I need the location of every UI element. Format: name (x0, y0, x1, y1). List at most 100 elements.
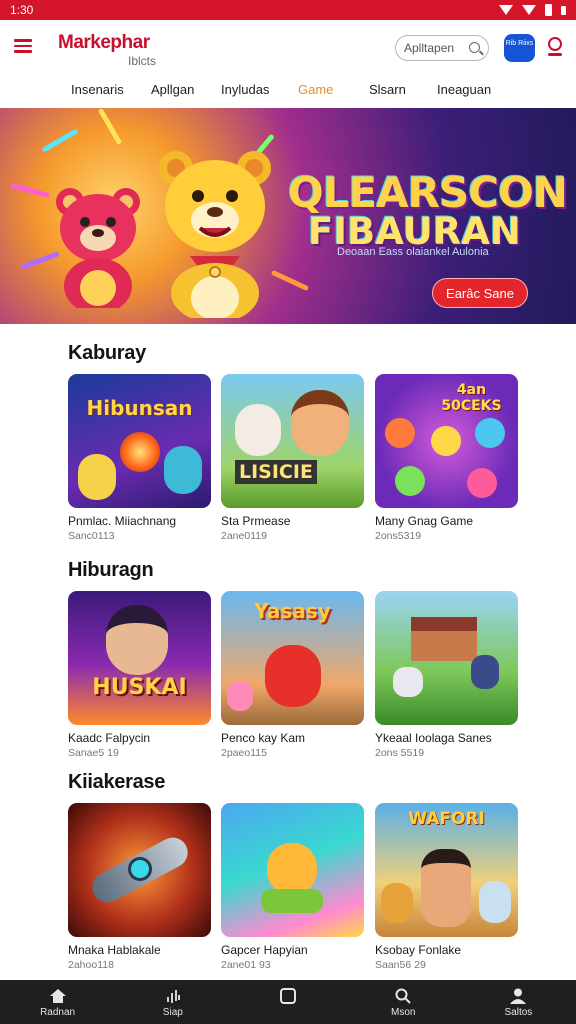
game-thumbnail (375, 591, 518, 725)
game-card[interactable]: WAFORI Ksobay Fonlake Saan56 29 (375, 803, 518, 971)
game-meta: 2ahoo118 (68, 959, 114, 971)
game-card[interactable]: Hibunsan Pnmlac. Miiachnang Sanc0113 (68, 374, 211, 542)
game-meta: Sanc0113 (68, 530, 115, 542)
confetti-decoration (10, 182, 50, 199)
fireball-icon (120, 432, 160, 472)
character-icon (471, 655, 499, 689)
nav-search[interactable]: Mson (346, 980, 461, 1024)
banner-cta-button[interactable]: Earâc Sane (432, 278, 528, 308)
character-icon (227, 681, 253, 711)
nav-label: Saltos (504, 1007, 533, 1018)
game-title: Sta Prmease (221, 514, 291, 528)
confetti-decoration (97, 108, 123, 146)
game-meta: 2paeo115 (221, 747, 267, 759)
brand-logo[interactable]: Markephar Iblcts (58, 33, 156, 69)
app-screen: 1:30 Markephar Iblcts Aplltapen Rib Riix… (0, 0, 576, 1024)
nav-label: Siap (162, 1007, 183, 1018)
search-icon (395, 988, 411, 1004)
status-bar: 1:30 (0, 0, 576, 20)
game-thumbnail: Yasasy (221, 591, 364, 725)
tab-insenaris[interactable]: Insenaris (71, 82, 124, 97)
game-thumbnail: 4an 50CEKS (375, 374, 518, 508)
confetti-decoration (41, 128, 79, 153)
search-input[interactable]: Aplltapen (395, 35, 489, 61)
character-icon (267, 843, 317, 895)
hamburger-menu-icon[interactable] (14, 39, 32, 53)
character-icon (385, 418, 415, 448)
tab-apllgan[interactable]: Apllgan (151, 82, 194, 97)
nav-label: Mson (390, 1007, 416, 1018)
game-card[interactable]: Gapcer Hapyian 2ane01 93 (221, 803, 364, 971)
tab-ineaguan[interactable]: Ineaguan (437, 82, 491, 97)
search-icon[interactable] (469, 42, 480, 53)
app-badge-button[interactable]: Rib Riixs (504, 34, 535, 62)
game-title: Pnmlac. Miiachnang (68, 514, 177, 528)
nav-square[interactable] (230, 980, 345, 1024)
character-icon (479, 881, 511, 923)
profile-icon (510, 988, 527, 1004)
game-meta: 2ane01 93 (221, 959, 271, 971)
game-title: Gapcer Hapyian (221, 943, 308, 957)
app-header: Markephar Iblcts Aplltapen Rib Riixs (0, 20, 576, 76)
signal-icon (522, 5, 536, 15)
game-card[interactable]: Mnaka Hablakale 2ahoo118 (68, 803, 211, 971)
game-meta: 2ons 5519 (375, 747, 425, 759)
status-icons (499, 4, 566, 16)
thumbnail-title: HUSKAI (92, 675, 187, 700)
sound-icon (166, 990, 180, 1003)
game-thumbnail: HUSKAI (68, 591, 211, 725)
search-placeholder: Aplltapen (404, 41, 455, 55)
section-title-hiburagn: Hiburagn (68, 559, 154, 581)
account-icon[interactable] (546, 37, 564, 59)
yellow-bear-mascot-icon (159, 151, 271, 318)
thumbnail-title: Hibunsan (86, 396, 193, 420)
section-title-kiiakerase: Kiiakerase (68, 771, 166, 793)
game-card[interactable]: Yasasy Penco kay Kam 2paeo115 (221, 591, 364, 759)
thumbnail-title: LISICIE (235, 460, 317, 484)
nav-label: Radnan (40, 1007, 76, 1018)
game-card[interactable]: LISICIE Sta Prmease 2ane0119 (221, 374, 364, 542)
wifi-icon (499, 5, 513, 15)
battery-icon-secondary (561, 5, 566, 15)
game-thumbnail: WAFORI (375, 803, 518, 937)
nav-profile[interactable]: Saltos (461, 980, 576, 1024)
brand-subtitle: Iblcts (128, 54, 157, 68)
red-bear-mascot-icon (56, 188, 140, 308)
character-icon (381, 883, 413, 923)
rocket-window-icon (128, 857, 152, 881)
thumbnail-title: WAFORI (408, 809, 485, 829)
game-title: Kaadc Falpycin (68, 731, 151, 745)
game-title: Mnaka Hablakale (68, 943, 161, 957)
nav-home[interactable]: Radnan (0, 980, 115, 1024)
house-icon (411, 617, 477, 661)
game-card[interactable]: HUSKAI Kaadc Falpycin Sanae5 19 (68, 591, 211, 759)
category-tabs: Insenaris Apllgan Inyludas Game Slsarn I… (0, 76, 576, 106)
game-meta: Saan56 29 (375, 959, 426, 971)
character-icon (78, 454, 116, 500)
thumbnail-title: 4an 50CEKS (441, 382, 502, 414)
character-icon (106, 605, 168, 675)
game-title: Many Gnag Game (375, 514, 474, 528)
hero-banner[interactable]: QLEARSCON FIBAURAN Deoaan Eass olaiankel… (0, 108, 576, 324)
tab-game[interactable]: Game (298, 82, 333, 97)
game-title: Penco kay Kam (221, 731, 306, 745)
game-title: Ykeaal Ioolaga Sanes (375, 731, 492, 745)
game-meta: Sanae5 19 (68, 747, 119, 759)
character-icon (291, 390, 349, 456)
bottom-navigation: Radnan Siap Mson Saltos (0, 980, 576, 1024)
nav-siap[interactable]: Siap (115, 980, 230, 1024)
battery-icon (545, 4, 552, 16)
thumbnail-title: Yasasy (254, 599, 331, 623)
game-meta: 2ane0119 (221, 530, 267, 542)
section-title-kaburay: Kaburay (68, 342, 146, 364)
game-title: Ksobay Fonlake (375, 943, 462, 957)
character-icon (164, 446, 202, 494)
character-icon (421, 849, 471, 927)
character-icon (395, 466, 425, 496)
tab-inyludas[interactable]: Inyludas (221, 82, 269, 97)
game-card[interactable]: 4an 50CEKS Many Gnag Game 2ons5319 (375, 374, 518, 542)
game-card[interactable]: Ykeaal Ioolaga Sanes 2ons 5519 (375, 591, 518, 759)
status-time: 1:30 (10, 3, 34, 17)
tab-slsarn[interactable]: Slsarn (369, 82, 406, 97)
game-thumbnail (68, 803, 211, 937)
